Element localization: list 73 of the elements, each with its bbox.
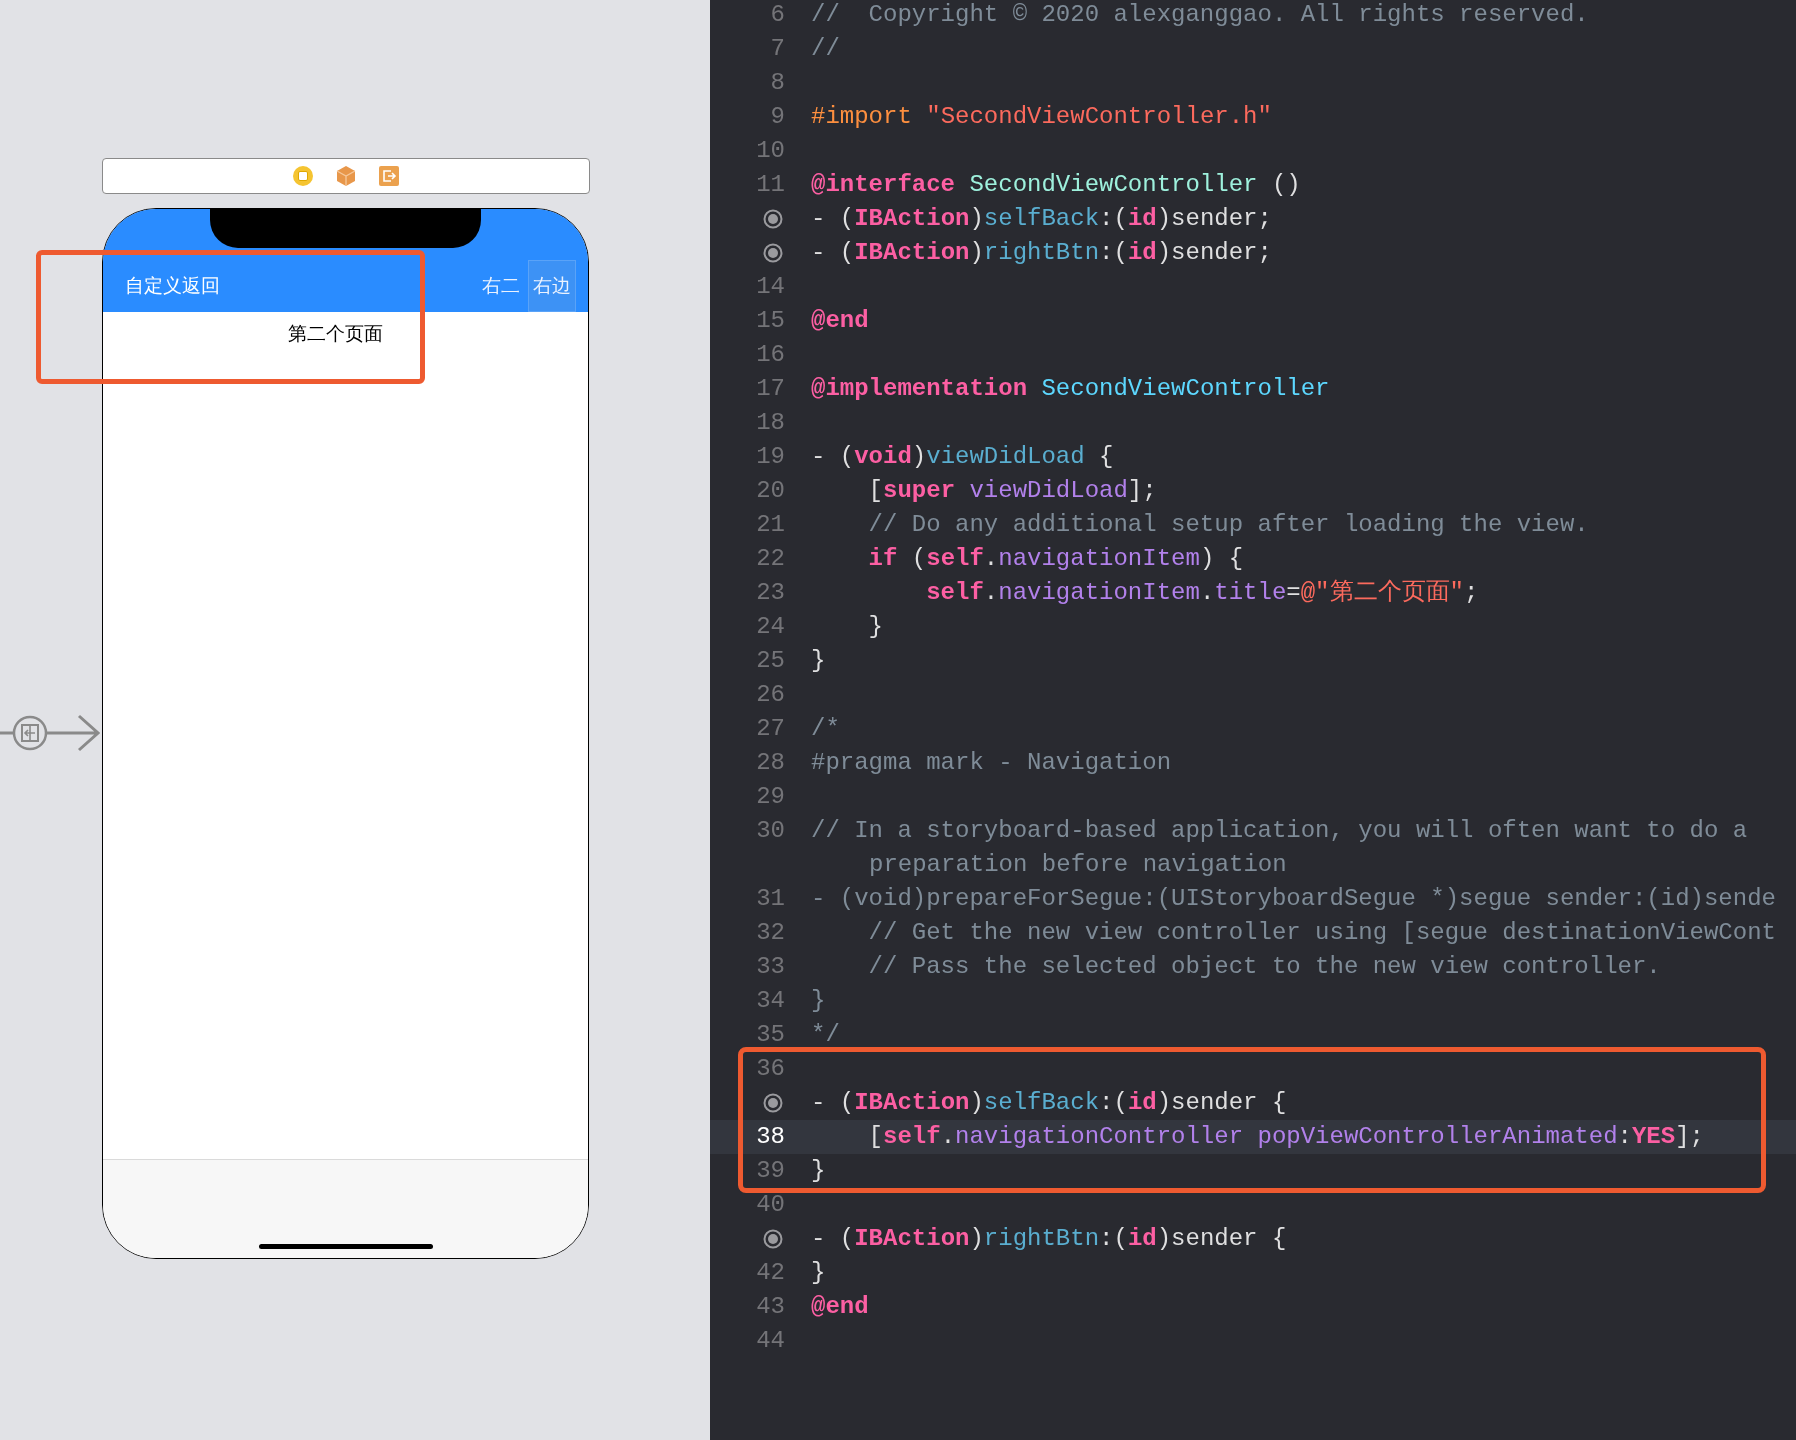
line-number: 7: [770, 34, 785, 64]
line-number: 35: [756, 1020, 785, 1050]
code-line: }: [867, 612, 883, 642]
code-line: }: [811, 646, 826, 676]
line-number: 24: [756, 612, 785, 642]
code-line: [self.navigationController popViewControllerAnimated:YES];: [867, 1122, 1704, 1152]
code-line: - (void)prepareForSegue:(UIStoryboardSegue *)segue sender:(id)sende: [811, 884, 1776, 914]
line-number: 19: [756, 442, 785, 472]
line-number: 26: [756, 680, 785, 710]
code-line: }: [811, 986, 826, 1016]
connection-icon[interactable]: [763, 1229, 783, 1249]
line-number: 34: [756, 986, 785, 1016]
code-line: #import "SecondViewController.h": [811, 102, 1272, 132]
line-number: 17: [756, 374, 785, 404]
line-number: 40: [756, 1190, 785, 1220]
line-number: 42: [756, 1258, 785, 1288]
line-number: 16: [756, 340, 785, 370]
code-line: // Get the new view controller using [segue destinationViewCont: [867, 918, 1776, 948]
code-line: }: [811, 1156, 826, 1186]
code-line: [super viewDidLoad];: [867, 476, 1157, 506]
line-number: 43: [756, 1292, 785, 1322]
line-number: 11: [756, 170, 785, 200]
code-line: @end: [811, 306, 869, 336]
line-number: 38: [756, 1122, 785, 1152]
line-number: 39: [756, 1156, 785, 1186]
connection-icon[interactable]: [763, 1093, 783, 1113]
code-line: /*: [811, 714, 840, 744]
line-number: 36: [756, 1054, 785, 1084]
line-number: 33: [756, 952, 785, 982]
code-line: @implementation SecondViewController: [811, 374, 1330, 404]
line-number: 22: [756, 544, 785, 574]
line-number: 44: [756, 1326, 785, 1356]
code-line: @end: [811, 1292, 869, 1322]
code-line: }: [811, 1258, 826, 1288]
connection-icon[interactable]: [763, 243, 783, 263]
page-title-label: 第二个页面: [288, 322, 383, 346]
line-number: 25: [756, 646, 785, 676]
code-line: - (IBAction)rightBtn:(id)sender;: [811, 238, 1272, 268]
line-number: 20: [756, 476, 785, 506]
code-line: // Pass the selected object to the new view controller.: [867, 952, 1661, 982]
code-line: preparation before navigation: [869, 850, 1287, 880]
code-line: // Copyright © 2020 alexganggao. All rights reserved.: [811, 0, 1589, 30]
line-number: 23: [756, 578, 785, 608]
code-line: - (void)viewDidLoad {: [811, 442, 1114, 472]
line-number: 29: [756, 782, 785, 812]
code-line: #pragma mark - Navigation: [811, 748, 1172, 778]
connection-icon[interactable]: [763, 209, 783, 229]
code-line: //: [811, 34, 840, 64]
nav-button[interactable]: 右二: [478, 260, 524, 312]
line-number: 6: [770, 0, 785, 30]
line-number: 21: [756, 510, 785, 540]
line-number: 28: [756, 748, 785, 778]
line-number: 30: [756, 816, 785, 846]
code-line: // Do any additional setup after loading the view.: [867, 510, 1589, 540]
code-line: */: [811, 1020, 840, 1050]
code-line: if (self.navigationItem) {: [867, 544, 1244, 574]
line-number: 18: [756, 408, 785, 438]
line-number: 10: [756, 136, 785, 166]
line-number: 8: [770, 68, 785, 98]
nav-button[interactable]: 右边: [528, 260, 576, 312]
code-line: - (IBAction)selfBack:(id)sender;: [811, 204, 1272, 234]
code-line: self.navigationItem.title=@"第二个页面";: [925, 578, 1479, 608]
line-number: 27: [756, 714, 785, 744]
code-line: // In a storyboard-based application, you will often want to do a: [811, 816, 1748, 846]
line-number: 9: [770, 102, 785, 132]
code-line: - (IBAction)rightBtn:(id)sender {: [811, 1224, 1287, 1254]
line-number: 14: [756, 272, 785, 302]
code-line: @interface SecondViewController (): [811, 170, 1301, 200]
back-button[interactable]: 自定义返回: [125, 271, 220, 301]
line-number: 32: [756, 918, 785, 948]
line-number: 15: [756, 306, 785, 336]
code-line: - (IBAction)selfBack:(id)sender {: [811, 1088, 1287, 1118]
line-number: 31: [756, 884, 785, 914]
